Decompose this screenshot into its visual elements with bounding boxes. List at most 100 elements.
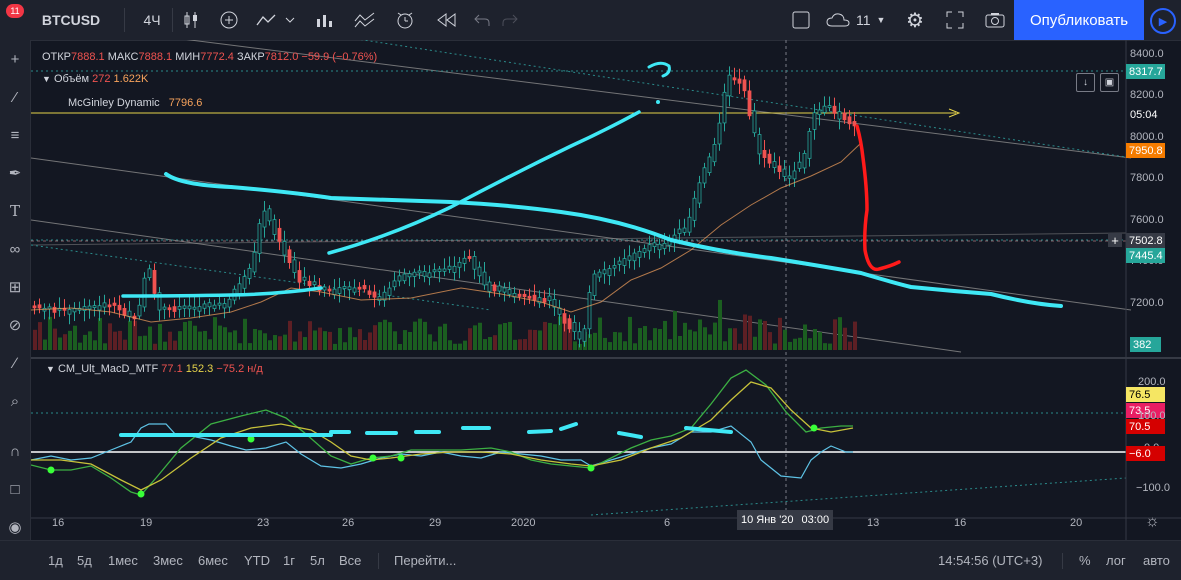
range-5d[interactable]: 5д — [77, 541, 92, 580]
candle-body — [417, 270, 422, 274]
candle-body — [827, 105, 832, 108]
candle-body — [847, 116, 852, 125]
macd-pane[interactable] — [31, 369, 1127, 516]
range-1m[interactable]: 1мес — [108, 541, 138, 580]
interval-selector[interactable]: 4Ч — [134, 0, 170, 40]
chart-canvas[interactable] — [31, 40, 1181, 540]
range-ytd[interactable]: YTD — [244, 541, 270, 580]
candles-icon[interactable] — [178, 0, 204, 40]
candle-body — [662, 242, 667, 249]
magnet-icon[interactable]: ∩ — [4, 440, 26, 462]
volume-bar — [38, 322, 42, 350]
range-1y[interactable]: 1г — [283, 541, 295, 580]
eraser-icon[interactable]: ⊘ — [4, 314, 26, 336]
text-icon[interactable]: T — [4, 200, 26, 222]
candle-body — [222, 303, 227, 309]
maximize-icon[interactable]: ▣ — [1100, 73, 1119, 92]
candle-body — [567, 318, 572, 330]
eye-icon[interactable]: ◉ — [4, 516, 26, 538]
add-alert-plus-icon[interactable]: + — [1108, 233, 1122, 248]
crosshair-icon[interactable]: + — [4, 48, 26, 70]
goto-date-button[interactable]: Перейти... — [394, 541, 456, 580]
range-6m[interactable]: 6мес — [198, 541, 228, 580]
ruler-icon[interactable]: ∕ — [4, 352, 26, 374]
publish-button[interactable]: Опубликовать — [1014, 0, 1144, 40]
log-toggle[interactable]: лог — [1106, 541, 1126, 580]
last-price-marker: 7950.8 — [1126, 143, 1165, 158]
trendline-icon[interactable]: ⁄ — [4, 86, 26, 108]
collapse-icon[interactable]: ▼ — [46, 364, 55, 374]
percent-toggle[interactable]: % — [1079, 541, 1091, 580]
mcginley-legend[interactable]: McGinley Dynamic 7796.6 — [68, 97, 202, 109]
red-drawing — [855, 124, 901, 272]
candle-body — [617, 260, 622, 265]
range-1d[interactable]: 1д — [48, 541, 63, 580]
volume-bar — [728, 328, 732, 350]
bottom-separator — [1062, 553, 1063, 569]
candle-body — [797, 161, 802, 169]
volume-bar — [503, 322, 507, 350]
undo-icon[interactable] — [470, 0, 494, 40]
layout-icon[interactable] — [788, 0, 814, 40]
volume-legend-name: Объём — [53, 73, 90, 85]
volume-bar — [648, 340, 652, 350]
volume-bar — [298, 331, 302, 350]
candle-body — [652, 242, 657, 247]
volume-bar — [543, 321, 547, 350]
redo-icon[interactable] — [498, 0, 522, 40]
settings-icon[interactable]: ☼ — [1145, 513, 1160, 531]
timezone-clock[interactable]: 14:54:56 (UTC+3) — [938, 541, 1042, 580]
fullscreen-icon[interactable] — [942, 0, 968, 40]
volume-bar — [68, 330, 72, 350]
candle-body — [517, 293, 522, 297]
volume-bar — [468, 328, 472, 350]
pattern-icon[interactable]: ∞ — [4, 238, 26, 260]
candle-body — [362, 285, 367, 290]
macd-legend[interactable]: ▼ CM_Ult_MacD_MTF 77.1 152.3 −75.2 н/д — [46, 363, 263, 375]
settings-icon[interactable]: ⚙ — [902, 0, 928, 40]
volume-bar — [743, 314, 747, 350]
financials-icon[interactable] — [312, 0, 338, 40]
volume-bar — [63, 334, 67, 350]
fib-icon[interactable]: ≡ — [4, 124, 26, 146]
candle-body — [197, 306, 202, 312]
cloud-layout-selector[interactable]: 11 ▼ — [826, 0, 886, 40]
range-5y[interactable]: 5л — [310, 541, 325, 580]
alert-icon[interactable] — [392, 0, 418, 40]
price-pane[interactable] — [31, 40, 1132, 518]
play-icon[interactable]: ▶ — [1150, 8, 1176, 34]
volume-bar — [333, 343, 337, 350]
candle-body — [587, 292, 592, 330]
projection-icon[interactable]: ⊞ — [4, 276, 26, 298]
volume-bars — [33, 299, 857, 350]
indicator-icon[interactable] — [254, 0, 298, 40]
candle-body — [607, 268, 612, 276]
candle-body — [87, 305, 92, 310]
candle-body — [642, 248, 647, 253]
symbol-search[interactable]: BTCUSD — [36, 0, 106, 40]
candle-body — [702, 167, 707, 184]
zoom-icon[interactable]: ⌕ — [4, 390, 26, 412]
brush-icon[interactable]: ✒ — [4, 162, 26, 184]
range-all[interactable]: Все — [339, 541, 361, 580]
collapse-icon[interactable]: ▼ — [42, 74, 51, 84]
add-compare-icon[interactable] — [216, 0, 242, 40]
candle-body — [387, 287, 392, 296]
volume-bar — [48, 316, 52, 350]
time-tick: 2020 — [511, 517, 536, 529]
templates-icon[interactable] — [352, 0, 378, 40]
arrow-down-icon[interactable]: ↓ — [1076, 73, 1095, 92]
auto-toggle[interactable]: авто — [1143, 541, 1170, 580]
candle-body — [817, 109, 822, 115]
candle-body — [637, 251, 642, 258]
candle-body — [32, 305, 37, 309]
price-tick: 7200.0 — [1130, 297, 1164, 309]
replay-icon[interactable] — [434, 0, 460, 40]
volume-legend[interactable]: ▼ Объём 272 1.622K — [42, 73, 148, 85]
open-label: ОТКР — [42, 51, 72, 63]
camera-icon[interactable] — [982, 0, 1008, 40]
range-3m[interactable]: 3мес — [153, 541, 183, 580]
lock-icon[interactable]: □ — [4, 478, 26, 500]
candle-body — [142, 277, 147, 308]
volume-bar — [198, 331, 202, 350]
